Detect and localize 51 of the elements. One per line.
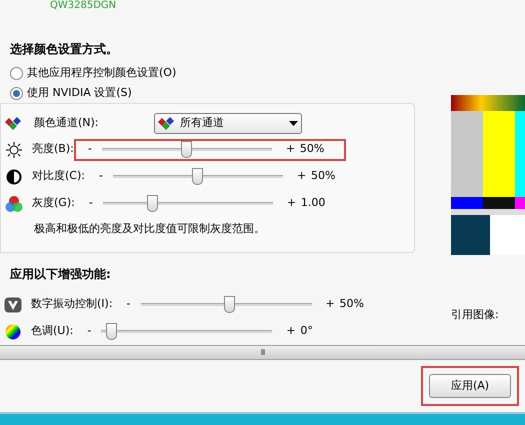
slider-label: 亮度(B): bbox=[32, 141, 74, 158]
minus-label: - bbox=[88, 195, 94, 212]
minus-label: - bbox=[126, 296, 132, 312]
slider[interactable] bbox=[102, 141, 272, 158]
caret-icon bbox=[289, 120, 298, 126]
slider-thumb[interactable] bbox=[181, 141, 192, 158]
slider-thumb[interactable] bbox=[224, 296, 235, 313]
slider-label: 色调(U): bbox=[31, 323, 74, 340]
slider-value: 50% bbox=[340, 296, 365, 312]
slider-thumb[interactable] bbox=[106, 323, 118, 340]
slider[interactable] bbox=[101, 323, 272, 340]
slider-label: 灰度(G): bbox=[32, 195, 75, 212]
slider-value: 50% bbox=[310, 168, 336, 184]
field-label: 颜色通道(N): bbox=[34, 114, 100, 131]
minus-label: - bbox=[88, 141, 93, 158]
contrast-icon bbox=[6, 168, 22, 184]
diamonds-icon bbox=[5, 116, 23, 130]
plus-label: + bbox=[286, 195, 298, 212]
slider-value: 1.00 bbox=[300, 195, 326, 212]
diamonds-icon bbox=[158, 116, 176, 130]
plus-label: + bbox=[286, 141, 296, 158]
reference-label: 引用图像: bbox=[451, 307, 500, 323]
radio-button[interactable] bbox=[10, 87, 23, 100]
slider[interactable] bbox=[102, 195, 273, 212]
radio-option[interactable]: 其他应用程序控制颜色设置(O) bbox=[10, 66, 415, 81]
v-badge-icon bbox=[4, 296, 22, 312]
slider-value: 0° bbox=[300, 323, 314, 340]
section-heading: 选择颜色设置方式。 bbox=[9, 41, 119, 58]
section-heading: 应用以下增强功能: bbox=[9, 266, 112, 283]
plus-label: + bbox=[286, 323, 297, 340]
apply-button[interactable]: 应用(A) bbox=[429, 374, 511, 398]
sun-icon bbox=[6, 142, 22, 158]
radio-button[interactable] bbox=[10, 67, 23, 80]
slider-label: 对比度(C): bbox=[32, 168, 85, 184]
minus-label: - bbox=[87, 323, 92, 340]
slider-label: 数字振动控制(I): bbox=[31, 296, 113, 312]
channel-dropdown[interactable]: 所有通道 bbox=[154, 112, 302, 134]
plus-label: + bbox=[326, 296, 336, 312]
slider-thumb[interactable] bbox=[192, 168, 204, 185]
slider[interactable] bbox=[112, 168, 283, 185]
slider-thumb[interactable] bbox=[147, 195, 158, 212]
minus-label: - bbox=[98, 168, 104, 184]
splitter-bar[interactable]: III bbox=[0, 345, 525, 360]
color-wheel-icon bbox=[5, 324, 21, 340]
info-note: 极高和极低的亮度及对比度值可限制灰度范围。 bbox=[33, 221, 266, 237]
color-circles-icon bbox=[5, 194, 23, 212]
slider[interactable] bbox=[140, 296, 312, 313]
monitor-name: QW3285DGN bbox=[49, 0, 118, 12]
plus-label: + bbox=[296, 168, 308, 184]
slider-value: 50% bbox=[300, 141, 326, 158]
radio-option[interactable]: 使用 NVIDIA 设置(S) bbox=[10, 86, 415, 101]
